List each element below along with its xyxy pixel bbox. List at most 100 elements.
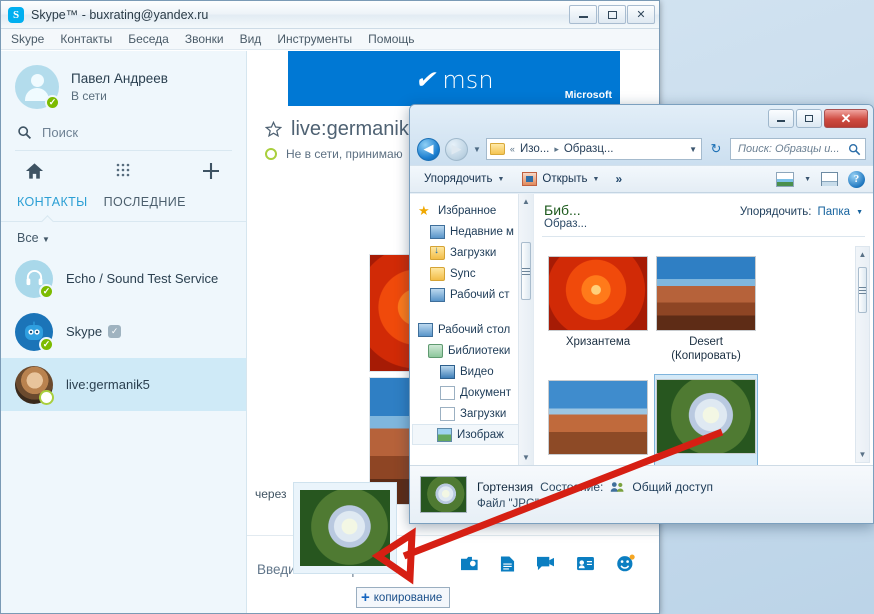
tab-recent[interactable]: ПОСЛЕДНИЕ: [104, 195, 186, 213]
details-state-value: Общий доступ: [632, 479, 713, 494]
organize-label: Упорядочить: [424, 173, 493, 185]
tab-contacts[interactable]: КОНТАКТЫ: [17, 195, 88, 213]
video-message-icon[interactable]: [536, 555, 555, 572]
menu-item-help[interactable]: Помощь: [368, 32, 414, 46]
tree-item-recent-places[interactable]: Недавние м: [416, 221, 533, 242]
maximize-button[interactable]: [598, 5, 626, 24]
send-contact-icon[interactable]: [576, 556, 595, 571]
tree-item-desktop-fav[interactable]: Рабочий ст: [416, 284, 533, 305]
change-view-icon[interactable]: [776, 171, 795, 187]
forward-button[interactable]: ▶: [445, 137, 468, 161]
tree-item-label: Библиотеки: [448, 344, 511, 357]
tree-item-downloads[interactable]: Загрузки: [416, 242, 533, 263]
menu-item-tools[interactable]: Инструменты: [277, 32, 352, 46]
tree-item-sync[interactable]: Sync: [416, 263, 533, 284]
menu-item-calls[interactable]: Звонки: [185, 32, 224, 46]
arrange-value[interactable]: Папка: [817, 206, 850, 218]
forward-icon: ▶: [451, 141, 462, 156]
drag-ghost-image: [293, 482, 397, 574]
search-box[interactable]: Поиск: Образцы и...: [730, 138, 866, 160]
menu-item-skype[interactable]: Skype: [11, 32, 44, 46]
minimize-button[interactable]: [569, 5, 597, 24]
close-button[interactable]: ✕: [824, 109, 868, 128]
history-dropdown-icon[interactable]: ▼: [473, 145, 481, 154]
contact-name: Echo / Sound Test Service: [66, 271, 219, 286]
chevron-down-icon: ▼: [592, 175, 600, 183]
menu-item-view[interactable]: Вид: [240, 32, 262, 46]
dialpad-icon[interactable]: [116, 163, 130, 179]
desktop-background: S Skype™ - buxrating@yandex.ru ✕ Skype К…: [0, 0, 874, 614]
contact-row-echo[interactable]: ✓ Echo / Sound Test Service: [1, 252, 246, 305]
chevron-down-icon[interactable]: ▼: [804, 176, 811, 183]
message-timestamp: через: [255, 487, 287, 501]
minimize-button[interactable]: [768, 109, 794, 128]
breadcrumb-item-2[interactable]: Образц...: [564, 143, 614, 155]
scroll-down-icon[interactable]: ▼: [519, 450, 533, 465]
back-button[interactable]: ◀: [417, 137, 440, 161]
search-input[interactable]: Поиск: Образцы и...: [738, 143, 840, 155]
open-button[interactable]: Открыть ▼: [516, 169, 605, 189]
help-icon[interactable]: ?: [848, 170, 865, 188]
tree-item-documents[interactable]: Документ: [416, 382, 533, 403]
search-row[interactable]: Поиск: [1, 119, 246, 150]
details-thumbnail: [420, 476, 467, 513]
maximize-button[interactable]: [796, 109, 822, 128]
scroll-down-icon[interactable]: ▼: [856, 447, 869, 462]
details-pane: Гортензия Состояние: Общий доступ Файл "…: [410, 465, 873, 523]
arrange-by-control[interactable]: Упорядочить: Папка ▼: [740, 202, 863, 218]
close-button[interactable]: ✕: [627, 5, 655, 24]
tree-item-desktop[interactable]: Рабочий стол: [416, 319, 533, 340]
tree-item-label: Изображ: [457, 428, 504, 441]
library-subtitle: Образ...: [544, 218, 588, 231]
navigation-scrollbar[interactable]: ▲ ▼: [518, 194, 533, 465]
send-photo-icon[interactable]: [460, 555, 479, 572]
scroll-up-icon[interactable]: ▲: [856, 247, 869, 262]
file-item-desert-copy[interactable]: Desert (Копировать): [654, 256, 758, 364]
menu-item-contacts[interactable]: Контакты: [60, 32, 112, 46]
scroll-up-icon[interactable]: ▲: [519, 194, 533, 209]
star-icon: ★: [418, 202, 430, 218]
breadcrumb[interactable]: « Изо... ▸ Образц... ▼: [485, 138, 702, 160]
file-item-chrysanthemum[interactable]: Хризантема: [546, 256, 650, 349]
tree-item-libraries[interactable]: Библиотеки: [416, 340, 533, 361]
scrollbar-thumb[interactable]: [858, 267, 867, 313]
more-commands-button[interactable]: »: [611, 172, 626, 186]
contacts-filter-label: Все: [17, 231, 39, 245]
plus-icon[interactable]: [202, 162, 220, 180]
contact-name: live:germanik5: [66, 377, 150, 392]
breadcrumb-item-1[interactable]: Изо...: [520, 143, 549, 155]
msn-ad-banner[interactable]: ✔ msn Microsoft: [288, 51, 620, 106]
search-icon: [18, 126, 32, 140]
star-icon[interactable]: [265, 121, 282, 138]
profile-status: В сети: [71, 89, 107, 103]
send-file-icon[interactable]: [500, 555, 515, 573]
search-input[interactable]: Поиск: [42, 125, 78, 140]
file-item-desert[interactable]: [546, 380, 650, 455]
tree-item-label: Рабочий стол: [438, 323, 511, 336]
verified-badge-icon: ✓: [108, 325, 122, 338]
tree-item-downloads-lib[interactable]: Загрузки: [416, 403, 533, 424]
preview-pane-icon[interactable]: [821, 172, 838, 186]
video-library-icon: [440, 364, 455, 379]
profile-row[interactable]: ✓ Павел Андреев В сети: [1, 51, 246, 119]
emoticon-icon[interactable]: [616, 554, 635, 573]
contact-row-germanik[interactable]: live:germanik5: [1, 358, 246, 411]
organize-button[interactable]: Упорядочить ▼: [418, 170, 510, 188]
chevron-down-icon[interactable]: ▼: [689, 145, 697, 154]
contacts-filter[interactable]: Все ▼: [1, 222, 246, 252]
scrollbar-thumb[interactable]: [521, 242, 531, 300]
menu-item-conversation[interactable]: Беседа: [128, 32, 169, 46]
tree-item-video[interactable]: Видео: [416, 361, 533, 382]
file-list-scrollbar[interactable]: ▲ ▼: [855, 246, 870, 463]
tree-item-favorites[interactable]: ★ Избранное: [416, 200, 533, 221]
explorer-navbar: ◀ ▶ ▼ « Изо... ▸ Образц... ▼ ↻ Поиск: Об…: [410, 133, 873, 165]
home-icon[interactable]: [25, 162, 44, 180]
contact-row-skype[interactable]: ✓ Skype ✓: [1, 305, 246, 358]
recent-places-icon: [430, 224, 445, 239]
tree-item-pictures[interactable]: Изображ: [412, 424, 533, 445]
drag-tooltip-label: копирование: [373, 591, 443, 604]
breadcrumb-separator-icon: ▸: [554, 143, 559, 154]
file-item-hydrangea[interactable]: [654, 374, 758, 465]
breadcrumb-overflow[interactable]: «: [510, 144, 515, 154]
refresh-icon[interactable]: ↻: [707, 141, 725, 157]
